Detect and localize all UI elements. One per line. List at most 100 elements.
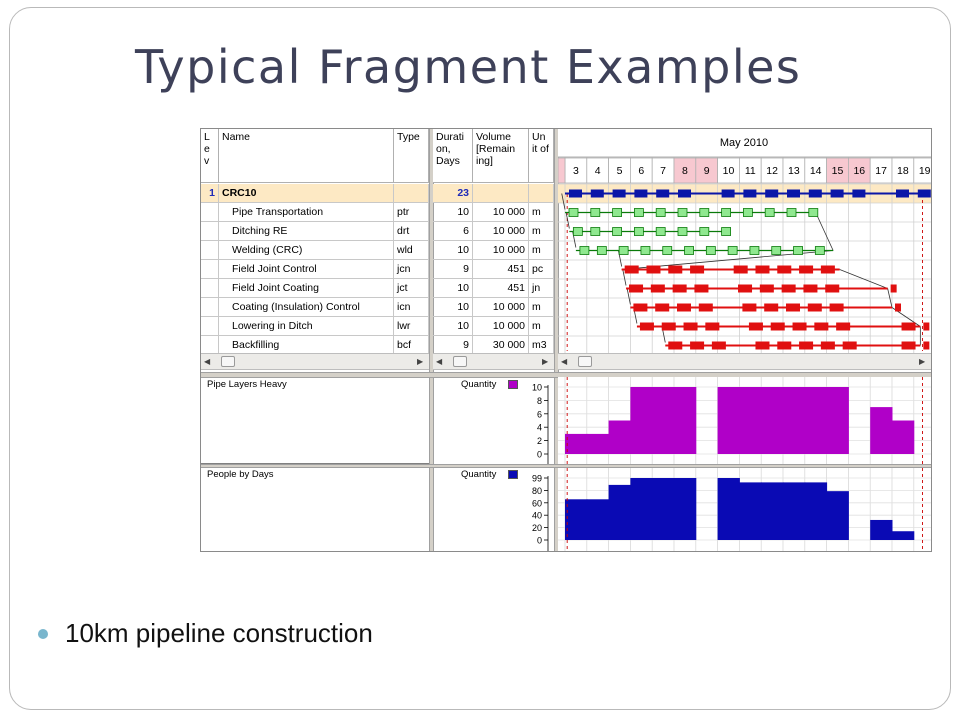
grid-cell-duration[interactable]: 6 (433, 222, 473, 241)
grid-cell-volume[interactable]: 10 000 (473, 298, 529, 317)
summary-segment[interactable] (896, 189, 909, 198)
task-segment-red[interactable] (694, 284, 709, 293)
task-segment-red[interactable] (755, 265, 770, 274)
grid-cell-type[interactable]: lwr (394, 317, 429, 336)
grid-cell-type[interactable]: jcn (394, 260, 429, 279)
grid-cell-type[interactable] (394, 184, 429, 203)
scroll-left-arrow-icon[interactable]: ◀ (204, 357, 210, 366)
task-segment-green[interactable] (721, 227, 732, 236)
grid-cell-duration[interactable]: 10 (433, 241, 473, 260)
task-segment-green[interactable] (793, 246, 803, 255)
task-segment-red[interactable] (792, 322, 807, 331)
task-segment-red[interactable] (690, 341, 705, 350)
scroll-thumb[interactable] (221, 356, 235, 367)
task-segment-red[interactable] (820, 265, 835, 274)
task-segment-green[interactable] (612, 227, 622, 236)
grid-cell-duration[interactable]: 23 (433, 184, 473, 203)
task-segment-red[interactable] (633, 303, 648, 312)
grid-cell-name[interactable]: Welding (CRC) (219, 241, 394, 260)
grid-cell-volume[interactable] (473, 184, 529, 203)
gantt-scrollbar[interactable]: ◀ ▶ (558, 353, 931, 370)
header-duration[interactable]: Durati on, Days (433, 129, 473, 183)
task-segment-red[interactable] (803, 284, 818, 293)
task-segment-red[interactable] (655, 303, 670, 312)
task-segment-red[interactable] (814, 322, 829, 331)
task-segment-red[interactable] (672, 284, 687, 293)
task-segment-red[interactable] (755, 341, 770, 350)
task-segment-green[interactable] (655, 227, 666, 236)
grid-cell-type[interactable]: jct (394, 279, 429, 298)
task-segment-red[interactable] (705, 322, 720, 331)
task-segment-green[interactable] (721, 208, 732, 217)
summary-segment[interactable] (852, 189, 866, 198)
grid-cell-lev[interactable] (201, 260, 219, 279)
task-segment-green[interactable] (699, 227, 710, 236)
header-volume[interactable]: Volume [Remain ing] (473, 129, 529, 183)
summary-segment[interactable] (721, 189, 735, 198)
grid-cell-lev[interactable] (201, 241, 219, 260)
task-segment-red[interactable] (890, 284, 897, 293)
scroll-thumb[interactable] (453, 356, 467, 367)
task-segment-green[interactable] (677, 227, 688, 236)
summary-segment[interactable] (765, 189, 779, 198)
task-segment-red[interactable] (661, 322, 676, 331)
task-segment-green[interactable] (590, 227, 601, 236)
task-segment-red[interactable] (624, 265, 639, 274)
grid-cell-name[interactable]: Field Joint Control (219, 260, 394, 279)
grid-cell-type[interactable]: ptr (394, 203, 429, 222)
task-segment-red[interactable] (629, 284, 644, 293)
task-segment-green[interactable] (749, 246, 760, 255)
grid-cell-duration[interactable]: 10 (433, 279, 473, 298)
task-segment-red[interactable] (738, 284, 753, 293)
scroll-left-arrow-icon[interactable]: ◀ (561, 357, 567, 366)
task-segment-red[interactable] (777, 341, 792, 350)
task-segment-red[interactable] (781, 284, 796, 293)
task-segment-red[interactable] (836, 322, 851, 331)
grid-cell-type[interactable]: icn (394, 298, 429, 317)
summary-segment[interactable] (612, 189, 626, 198)
task-segment-green[interactable] (634, 208, 644, 217)
task-segment-red[interactable] (646, 265, 661, 274)
grid-cell-lev[interactable]: 1 (201, 184, 219, 203)
grid-cell-duration[interactable]: 10 (433, 317, 473, 336)
task-segment-green[interactable] (764, 208, 775, 217)
header-name[interactable]: Name (219, 129, 394, 183)
task-segment-green[interactable] (568, 208, 579, 217)
grid-cell-unit[interactable] (529, 184, 554, 203)
grid-cell-duration[interactable]: 10 (433, 203, 473, 222)
grid-cell-name[interactable]: Ditching RE (219, 222, 394, 241)
grid-cell-lev[interactable] (201, 222, 219, 241)
task-segment-green[interactable] (677, 208, 688, 217)
task-segment-red[interactable] (683, 322, 698, 331)
task-segment-red[interactable] (901, 341, 916, 350)
task-segment-green[interactable] (655, 208, 666, 217)
header-unit[interactable]: Un it of (529, 129, 554, 183)
summary-segment[interactable] (808, 189, 822, 198)
grid-cell-name[interactable]: Coating (Insulation) Control (219, 298, 394, 317)
grid-cell-unit[interactable]: m (529, 298, 554, 317)
scroll-left-arrow-icon[interactable]: ◀ (436, 357, 442, 366)
header-type[interactable]: Type (394, 129, 429, 183)
scroll-right-arrow-icon[interactable]: ▶ (417, 357, 423, 366)
task-segment-green[interactable] (612, 208, 622, 217)
task-segment-green[interactable] (814, 246, 825, 255)
task-segment-red[interactable] (799, 341, 814, 350)
task-segment-red[interactable] (668, 265, 683, 274)
grid-cell-lev[interactable] (201, 279, 219, 298)
task-segment-green[interactable] (705, 246, 716, 255)
task-segment-red[interactable] (807, 303, 822, 312)
task-segment-green[interactable] (596, 246, 607, 255)
task-segment-green[interactable] (590, 208, 601, 217)
summary-segment[interactable] (787, 189, 800, 198)
task-segment-green[interactable] (742, 208, 753, 217)
task-segment-red[interactable] (668, 341, 683, 350)
task-segment-green[interactable] (699, 208, 710, 217)
gantt-chart[interactable]: May 2010 3 4 5 6 7 8 9 10 11 12 13 14 15 16 17 18 19 (558, 129, 931, 373)
grid-scrollbar[interactable]: ◀ ▶ (201, 353, 429, 370)
scroll-right-arrow-icon[interactable]: ▶ (542, 357, 548, 366)
scroll-right-arrow-icon[interactable]: ▶ (919, 357, 925, 366)
task-segment-red[interactable] (820, 341, 835, 350)
summary-segment[interactable] (590, 189, 604, 198)
task-segment-green[interactable] (684, 246, 694, 255)
task-segment-green[interactable] (786, 208, 797, 217)
